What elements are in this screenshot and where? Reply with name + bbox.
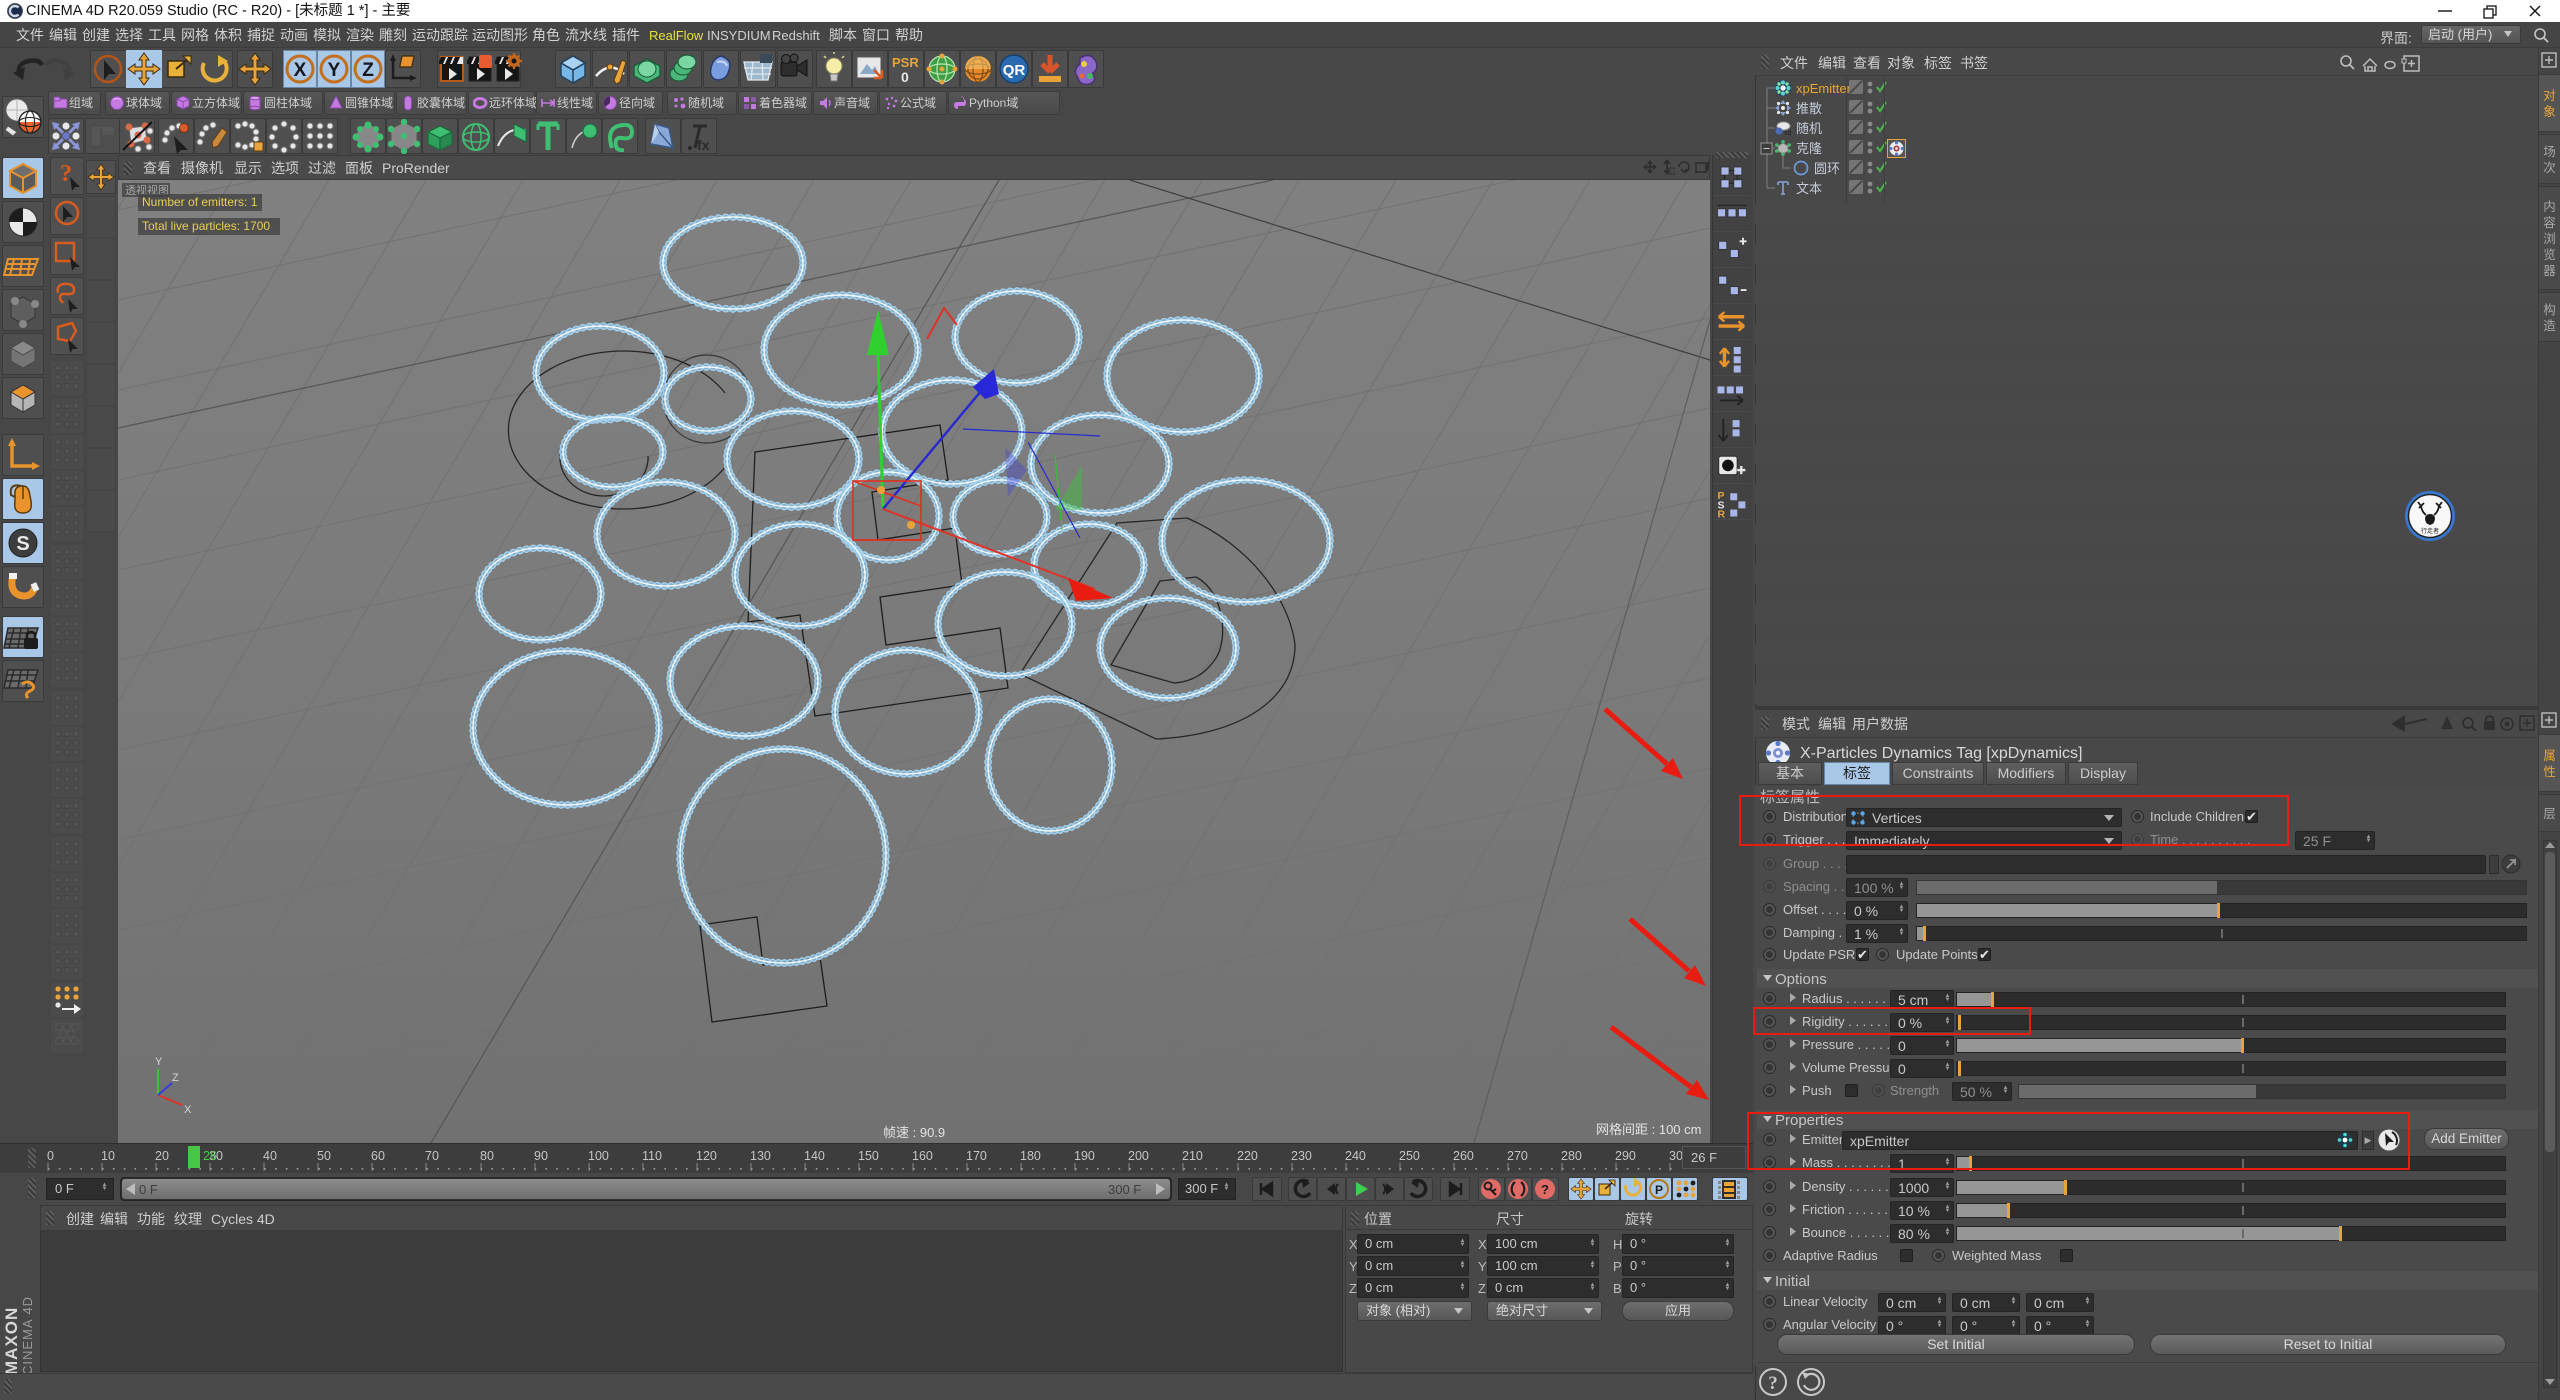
svg-text:Number of emitters: 1: Number of emitters: 1 bbox=[142, 195, 258, 209]
svg-text:0 F: 0 F bbox=[139, 1183, 158, 1195]
svg-text:帧速 : 90.9: 帧速 : 90.9 bbox=[883, 1125, 945, 1140]
svg-text:网格间距 : 100 cm: 网格间距 : 100 cm bbox=[1596, 1122, 1701, 1137]
svg-text:?: ? bbox=[60, 161, 72, 187]
svg-text:110: 110 bbox=[642, 1149, 662, 1163]
svg-text:X: X bbox=[294, 60, 307, 81]
svg-text:120: 120 bbox=[696, 1149, 717, 1163]
svg-text:240: 240 bbox=[1345, 1149, 1366, 1163]
svg-text:170: 170 bbox=[966, 1149, 987, 1163]
svg-text:210: 210 bbox=[1182, 1149, 1203, 1163]
svg-text:260: 260 bbox=[1453, 1149, 1474, 1163]
svg-text:P: P bbox=[1655, 1183, 1663, 1197]
svg-text:150: 150 bbox=[858, 1149, 879, 1163]
svg-text:R: R bbox=[1717, 510, 1725, 518]
svg-text:190: 190 bbox=[1074, 1149, 1095, 1163]
svg-text:?: ? bbox=[1768, 1373, 1778, 1394]
svg-text:160: 160 bbox=[912, 1149, 933, 1163]
svg-text:?: ? bbox=[1541, 1182, 1549, 1197]
svg-text:140: 140 bbox=[804, 1149, 825, 1163]
svg-text:50: 50 bbox=[317, 1149, 331, 1163]
svg-text:230: 230 bbox=[1291, 1149, 1312, 1163]
svg-text:290: 290 bbox=[1615, 1149, 1636, 1163]
svg-text:X: X bbox=[184, 1104, 192, 1116]
svg-text:Total live particles: 1700: Total live particles: 1700 bbox=[142, 219, 270, 233]
svg-text:fx: fx bbox=[697, 137, 710, 153]
svg-text:行走者: 行走者 bbox=[2421, 527, 2439, 535]
svg-text:0: 0 bbox=[47, 1149, 54, 1163]
svg-text:20: 20 bbox=[155, 1149, 169, 1163]
svg-text:100: 100 bbox=[588, 1149, 609, 1163]
svg-text:xd: xd bbox=[1784, 130, 1791, 136]
svg-text:180: 180 bbox=[1020, 1149, 1041, 1163]
svg-text:40: 40 bbox=[263, 1149, 277, 1163]
svg-text:70: 70 bbox=[425, 1149, 439, 1163]
svg-text:26: 26 bbox=[203, 1149, 217, 1163]
svg-text:0: 0 bbox=[901, 69, 909, 85]
svg-text:QR: QR bbox=[1003, 62, 1026, 79]
svg-text:Y: Y bbox=[328, 60, 341, 81]
svg-text:S: S bbox=[16, 533, 29, 555]
svg-text:250: 250 bbox=[1399, 1149, 1420, 1163]
svg-text:200: 200 bbox=[1128, 1149, 1149, 1163]
svg-text:PSR: PSR bbox=[892, 55, 919, 70]
svg-text:Z: Z bbox=[362, 60, 374, 81]
svg-text:130: 130 bbox=[750, 1149, 771, 1163]
svg-text:280: 280 bbox=[1561, 1149, 1582, 1163]
svg-text:300 F: 300 F bbox=[1108, 1183, 1141, 1195]
svg-text:270: 270 bbox=[1507, 1149, 1528, 1163]
svg-text:60: 60 bbox=[371, 1149, 385, 1163]
svg-text:Y: Y bbox=[155, 1056, 163, 1068]
svg-text:10: 10 bbox=[101, 1149, 115, 1163]
svg-text:220: 220 bbox=[1237, 1149, 1258, 1163]
svg-text:Z: Z bbox=[172, 1072, 179, 1084]
svg-text:90: 90 bbox=[534, 1149, 548, 1163]
svg-text:80: 80 bbox=[480, 1149, 494, 1163]
